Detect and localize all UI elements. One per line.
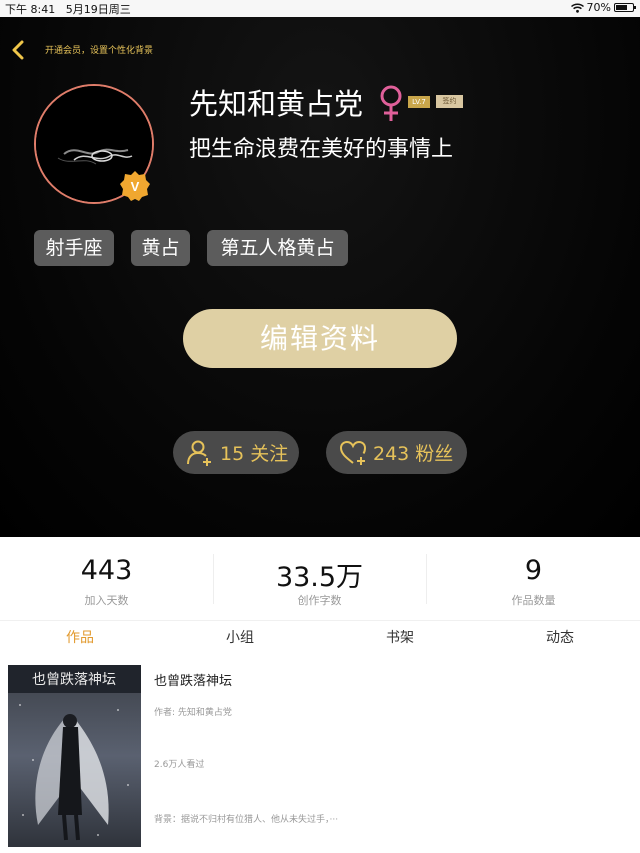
heart-plus-icon bbox=[339, 440, 367, 465]
add-user-icon bbox=[187, 440, 211, 466]
username: 先知和黄占党 bbox=[189, 87, 364, 121]
stat-value: 9 bbox=[524, 555, 543, 586]
level-tag: LV.7 bbox=[408, 96, 430, 108]
fans-label: 243 粉丝 bbox=[373, 443, 454, 465]
back-arrow-icon[interactable] bbox=[9, 40, 29, 60]
following-label: 15 关注 bbox=[220, 443, 289, 465]
edit-profile-button[interactable]: 编辑资料 bbox=[183, 309, 457, 368]
battery-icon bbox=[614, 3, 636, 12]
stat-words: 33.5万 创作字数 bbox=[213, 537, 426, 620]
wifi-icon bbox=[570, 2, 584, 13]
svg-text:V: V bbox=[131, 179, 140, 194]
stat-value: 33.5万 bbox=[275, 562, 364, 593]
stat-days: 443 加入天数 bbox=[0, 537, 213, 620]
status-time: 下午 8:41 5月19日周三 bbox=[5, 3, 131, 16]
signed-tag: 签约 bbox=[436, 95, 463, 108]
profile-tag[interactable]: 射手座 bbox=[34, 230, 114, 266]
content-tabs: 作品 小组 书架 动态 bbox=[0, 620, 640, 657]
profile-tag[interactable]: 第五人格黄占 bbox=[207, 230, 348, 266]
book-cover[interactable]: 也曾跌落神坛 bbox=[8, 665, 141, 847]
stat-value: 443 bbox=[80, 555, 133, 586]
svg-text:也曾跌落神坛: 也曾跌落神坛 bbox=[32, 672, 116, 688]
work-views: 2.6万人看过 bbox=[154, 760, 205, 770]
work-title[interactable]: 也曾跌落神坛 bbox=[154, 670, 232, 689]
status-right: 70% bbox=[570, 1, 636, 14]
stat-label: 作品数量 bbox=[511, 594, 556, 607]
fans-button[interactable]: 243 粉丝 bbox=[326, 431, 467, 474]
profile-tag[interactable]: 黄占 bbox=[131, 230, 190, 266]
vip-badge-icon: V bbox=[120, 171, 150, 201]
following-button[interactable]: 15 关注 bbox=[173, 431, 299, 474]
user-motto: 把生命浪费在美好的事情上 bbox=[189, 137, 454, 162]
tab-works[interactable]: 作品 bbox=[0, 621, 160, 657]
battery-percent: 70% bbox=[586, 1, 611, 14]
tab-groups[interactable]: 小组 bbox=[160, 621, 320, 657]
stat-label: 加入天数 bbox=[84, 594, 129, 607]
work-card[interactable]: 也曾跌落神坛 也曾跌落神坛 作者: 先知和黄占党 2.6万人看过 背景：据说不归… bbox=[0, 657, 640, 853]
stat-works: 9 作品数量 bbox=[427, 537, 640, 620]
vip-background-link[interactable]: 开通会员，设置个性化背景 bbox=[45, 43, 153, 56]
stat-label: 创作字数 bbox=[297, 594, 342, 607]
work-description: 背景：据说不归村有位猎人、他从未失过手，··· bbox=[154, 815, 339, 825]
tab-bookshelf[interactable]: 书架 bbox=[320, 621, 480, 657]
work-author: 作者: 先知和黄占党 bbox=[154, 708, 232, 718]
female-gender-icon bbox=[380, 85, 402, 121]
tab-activity[interactable]: 动态 bbox=[480, 621, 640, 657]
profile-header: 开通会员，设置个性化背景 V 先知和黄占党 LV.7 签约 把生命浪费在美好的事… bbox=[0, 17, 640, 537]
stats-bar: 443 加入天数 33.5万 创作字数 9 作品数量 bbox=[0, 537, 640, 620]
book-cover-image: 也曾跌落神坛 bbox=[8, 665, 141, 847]
status-bar: 下午 8:41 5月19日周三 70% bbox=[0, 0, 640, 17]
